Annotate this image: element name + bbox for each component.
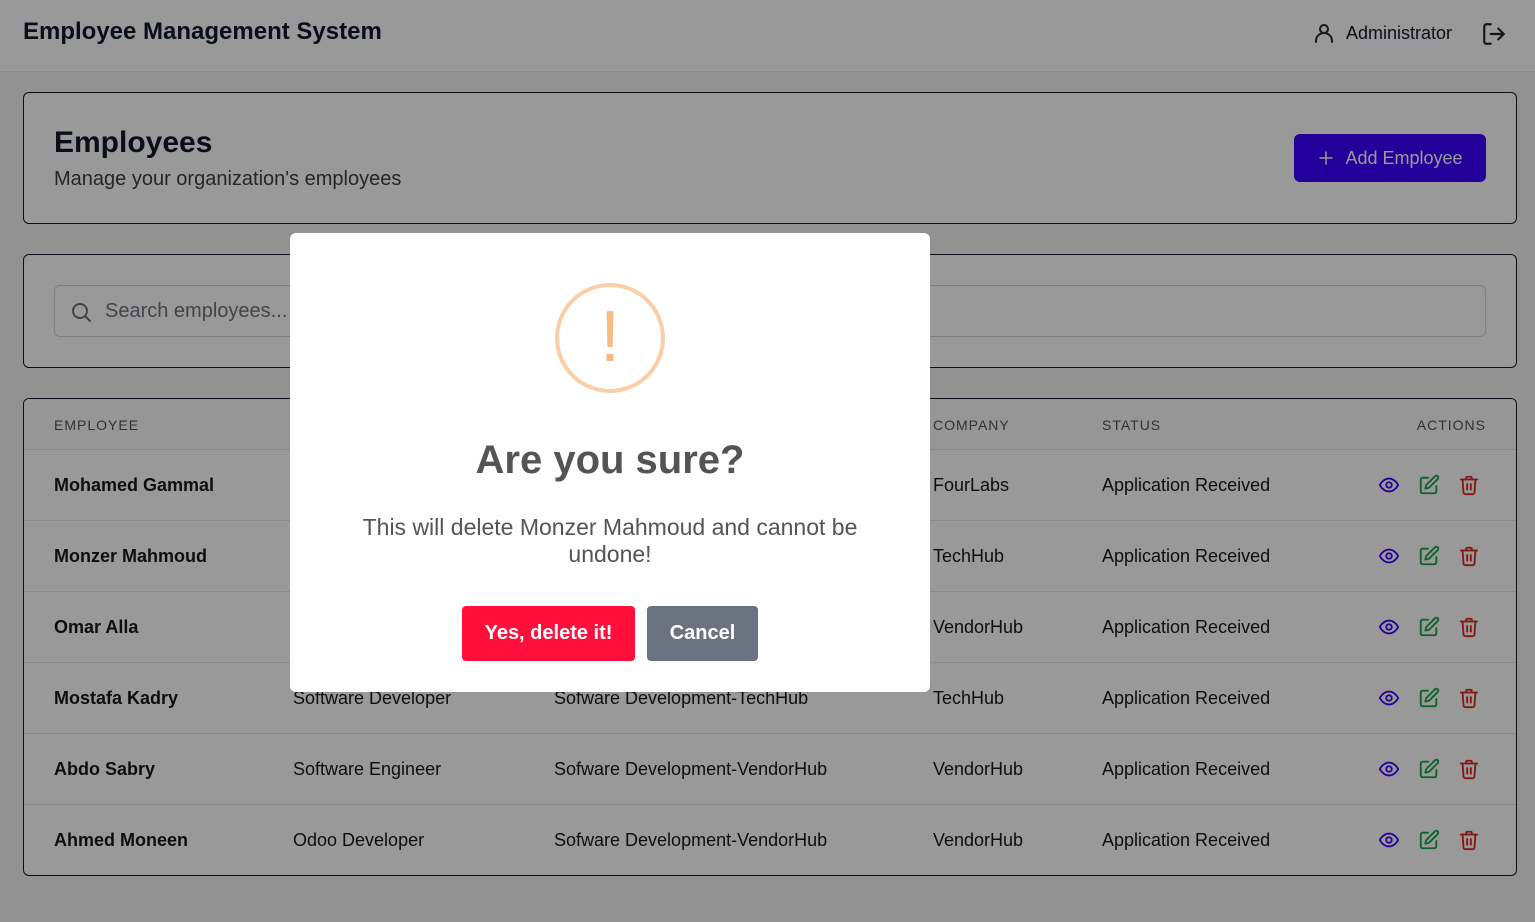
dialog-title: Are you sure? [475,438,745,482]
warning-icon: ! [555,283,665,393]
cancel-button[interactable]: Cancel [647,606,758,661]
confirm-delete-dialog: ! Are you sure? This will delete Monzer … [290,233,930,692]
warning-glyph: ! [599,297,620,377]
confirm-delete-button[interactable]: Yes, delete it! [462,606,635,661]
dialog-message: This will delete Monzer Mahmoud and cann… [362,514,858,567]
